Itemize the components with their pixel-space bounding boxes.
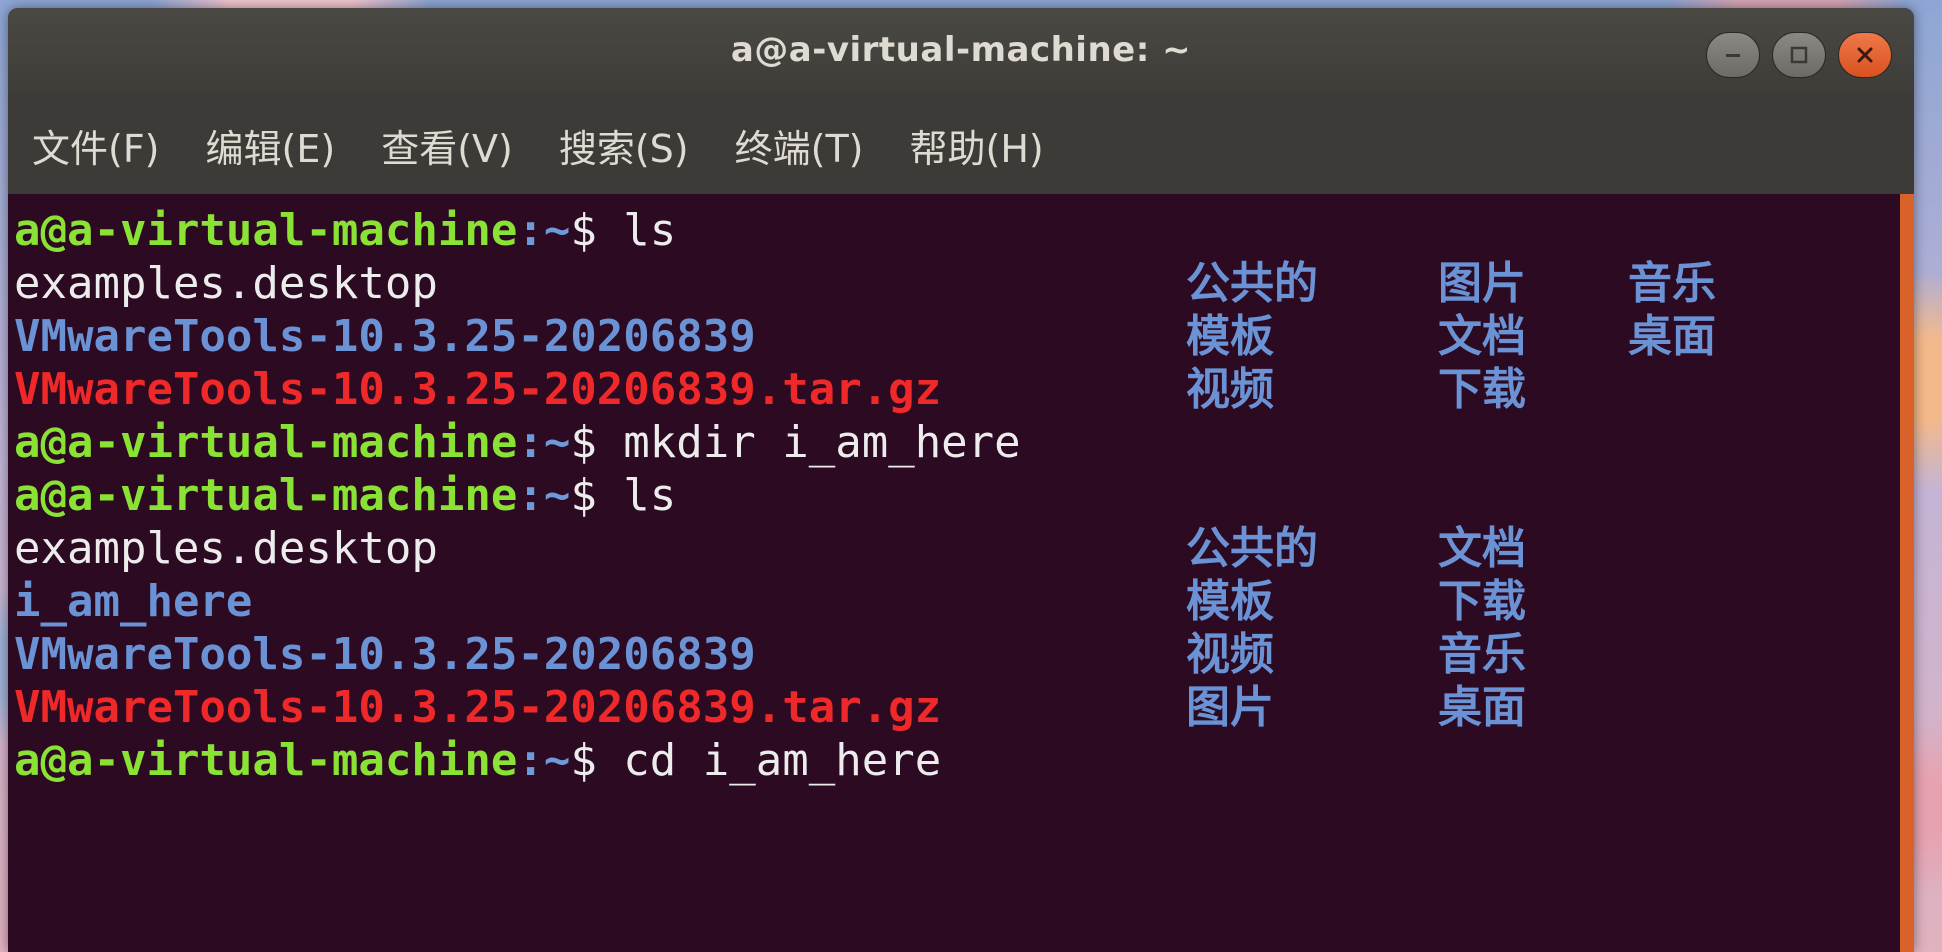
menu-search[interactable]: 搜索(S) — [559, 118, 689, 173]
prompt-user-host: a@a-virtual-machine — [14, 470, 518, 521]
title-bar[interactable]: a@a-virtual-machine: ~ — [8, 8, 1914, 96]
menu-edit[interactable]: 编辑(E) — [206, 118, 336, 173]
dir-entry: 模板 — [1186, 311, 1274, 362]
dir-entry: VMwareTools-10.3.25-20206839 — [14, 311, 756, 362]
dir-entry: i_am_here — [14, 576, 253, 627]
command-text: ls — [623, 205, 677, 256]
prompt-user-host: a@a-virtual-machine — [14, 205, 518, 256]
ls-output-row: examples.desktop 公共的 图片 音乐 — [14, 257, 1914, 310]
file-entry: examples.desktop — [14, 523, 438, 574]
dir-entry: 桌面 — [1438, 682, 1526, 733]
terminal-output[interactable]: a@a-virtual-machine:~$ ls examples.deskt… — [8, 194, 1914, 952]
window-controls — [1706, 32, 1892, 78]
prompt-path: :~ — [517, 470, 571, 521]
scrollbar[interactable] — [1900, 194, 1914, 952]
maximize-button[interactable] — [1772, 32, 1826, 78]
dir-entry: 桌面 — [1628, 311, 1716, 362]
prompt-sign: $ — [570, 417, 624, 468]
prompt-sign: $ — [570, 735, 624, 786]
archive-entry: VMwareTools-10.3.25-20206839.tar.gz — [14, 364, 942, 415]
prompt-line: a@a-virtual-machine:~$ mkdir i_am_here — [14, 416, 1914, 469]
command-text: cd i_am_here — [623, 735, 942, 786]
close-icon — [1857, 47, 1873, 63]
close-button[interactable] — [1838, 32, 1892, 78]
prompt-path: :~ — [517, 205, 571, 256]
ls-output-row: VMwareTools-10.3.25-20206839.tar.gz 图片 桌… — [14, 681, 1914, 734]
ls-output-row: i_am_here 模板 下载 — [14, 575, 1914, 628]
menu-terminal[interactable]: 终端(T) — [735, 118, 864, 173]
terminal-window: a@a-virtual-machine: ~ 文件(F) 编辑(E) 查看(V) — [8, 8, 1914, 952]
dir-entry: 音乐 — [1438, 629, 1526, 680]
prompt-line: a@a-virtual-machine:~$ cd i_am_here — [14, 734, 1914, 787]
window-title: a@a-virtual-machine: ~ — [730, 30, 1192, 70]
ls-output-row: VMwareTools-10.3.25-20206839 视频 音乐 — [14, 628, 1914, 681]
dir-entry: VMwareTools-10.3.25-20206839 — [14, 629, 756, 680]
archive-entry: VMwareTools-10.3.25-20206839.tar.gz — [14, 682, 942, 733]
prompt-user-host: a@a-virtual-machine — [14, 417, 518, 468]
prompt-line: a@a-virtual-machine:~$ ls — [14, 469, 1914, 522]
ls-output-row: VMwareTools-10.3.25-20206839 模板 文档 桌面 — [14, 310, 1914, 363]
menu-bar: 文件(F) 编辑(E) 查看(V) 搜索(S) 终端(T) 帮助(H) — [8, 96, 1914, 194]
menu-view[interactable]: 查看(V) — [381, 118, 513, 173]
dir-entry: 视频 — [1186, 629, 1274, 680]
command-text: ls — [623, 470, 677, 521]
prompt-path: :~ — [517, 735, 571, 786]
dir-entry: 公共的 — [1186, 258, 1318, 309]
minimize-icon — [1726, 54, 1740, 57]
dir-entry: 公共的 — [1186, 523, 1318, 574]
menu-file[interactable]: 文件(F) — [32, 118, 160, 173]
dir-entry: 下载 — [1438, 364, 1526, 415]
menu-help[interactable]: 帮助(H) — [910, 118, 1044, 173]
dir-entry: 音乐 — [1628, 258, 1716, 309]
minimize-button[interactable] — [1706, 32, 1760, 78]
file-entry: examples.desktop — [14, 258, 438, 309]
prompt-user-host: a@a-virtual-machine — [14, 735, 518, 786]
maximize-icon — [1790, 46, 1808, 64]
dir-entry: 图片 — [1438, 258, 1526, 309]
prompt-path: :~ — [517, 417, 571, 468]
prompt-line: a@a-virtual-machine:~$ ls — [14, 204, 1914, 257]
dir-entry: 视频 — [1186, 364, 1274, 415]
ls-output-row: VMwareTools-10.3.25-20206839.tar.gz 视频 下… — [14, 363, 1914, 416]
dir-entry: 模板 — [1186, 576, 1274, 627]
dir-entry: 下载 — [1438, 576, 1526, 627]
prompt-sign: $ — [570, 470, 624, 521]
dir-entry: 图片 — [1186, 682, 1274, 733]
command-text: mkdir i_am_here — [623, 417, 1021, 468]
dir-entry: 文档 — [1438, 311, 1526, 362]
ls-output-row: examples.desktop 公共的 文档 — [14, 522, 1914, 575]
dir-entry: 文档 — [1438, 523, 1526, 574]
prompt-sign: $ — [570, 205, 624, 256]
